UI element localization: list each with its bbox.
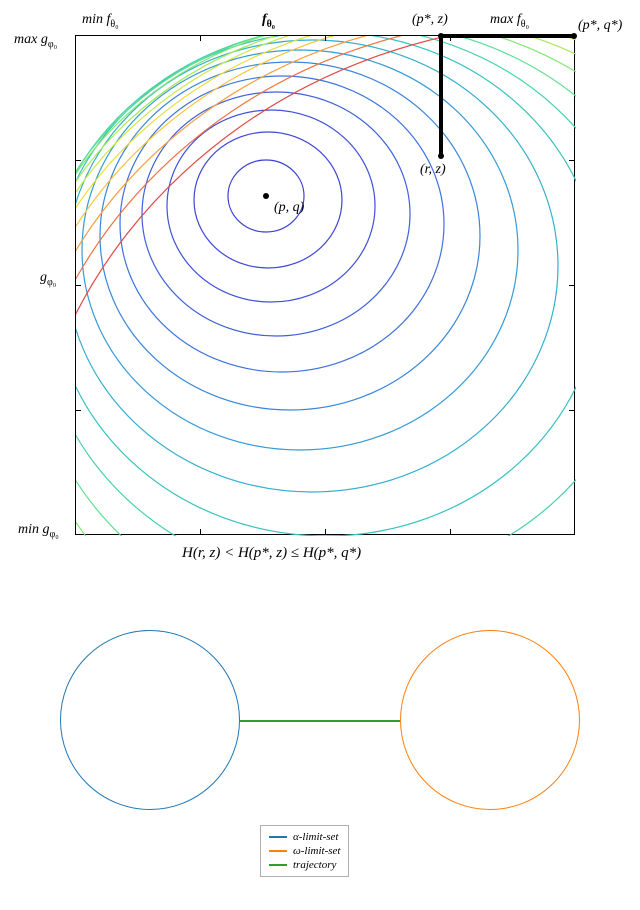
label-pq: (p, q) (274, 200, 304, 216)
legend-omega: ω-limit-set (269, 844, 340, 858)
omega-limit-circle (400, 630, 580, 810)
legend-alpha: α-limit-set (269, 830, 340, 844)
contour-figure: min fθ₀ fθ₀ (p*, z) max fθ₀ (p*, q*) max… (0, 0, 640, 570)
line-horizontal (441, 34, 576, 38)
label-max-g: max gφ₀ (14, 32, 57, 50)
limit-sets-figure: α-limit-set ω-limit-set trajectory (50, 620, 590, 890)
tick-right (569, 410, 574, 411)
legend: α-limit-set ω-limit-set trajectory (260, 825, 349, 877)
swatch-omega (269, 850, 287, 852)
contour-svg (76, 36, 576, 536)
tick-left (76, 410, 81, 411)
swatch-traj (269, 864, 287, 866)
label-max-f: max fθ₀ (490, 12, 529, 30)
label-rz: (r, z) (420, 162, 446, 178)
label-pstar-z: (p*, z) (412, 12, 448, 28)
point-pq (263, 193, 269, 199)
legend-traj-text: trajectory (293, 858, 336, 872)
tick-left (76, 285, 81, 286)
label-min-f: min fθ₀ (82, 12, 119, 30)
tick-bottom (450, 529, 451, 534)
label-g-axis: gφ₀ (40, 270, 56, 288)
legend-traj: trajectory (269, 858, 340, 872)
plot-box: (p, q) (r, z) (75, 35, 575, 535)
tick-top (200, 36, 201, 41)
tick-bottom (200, 529, 201, 534)
legend-alpha-text: α-limit-set (293, 830, 339, 844)
label-min-g: min gφ₀ (18, 522, 59, 540)
trajectory-line (240, 720, 400, 722)
tick-top (325, 36, 326, 41)
tick-right (569, 285, 574, 286)
alpha-limit-circle (60, 630, 240, 810)
tick-right (569, 160, 574, 161)
line-vertical (439, 36, 443, 156)
label-f-axis: fθ₀ (262, 12, 275, 30)
tick-left (76, 160, 81, 161)
tick-bottom (325, 529, 326, 534)
legend-omega-text: ω-limit-set (293, 844, 340, 858)
label-pstar-qstar: (p*, q*) (578, 18, 622, 34)
caption-inequality: H(r, z) < H(p*, z) ≤ H(p*, q*) (182, 545, 361, 562)
swatch-alpha (269, 836, 287, 838)
